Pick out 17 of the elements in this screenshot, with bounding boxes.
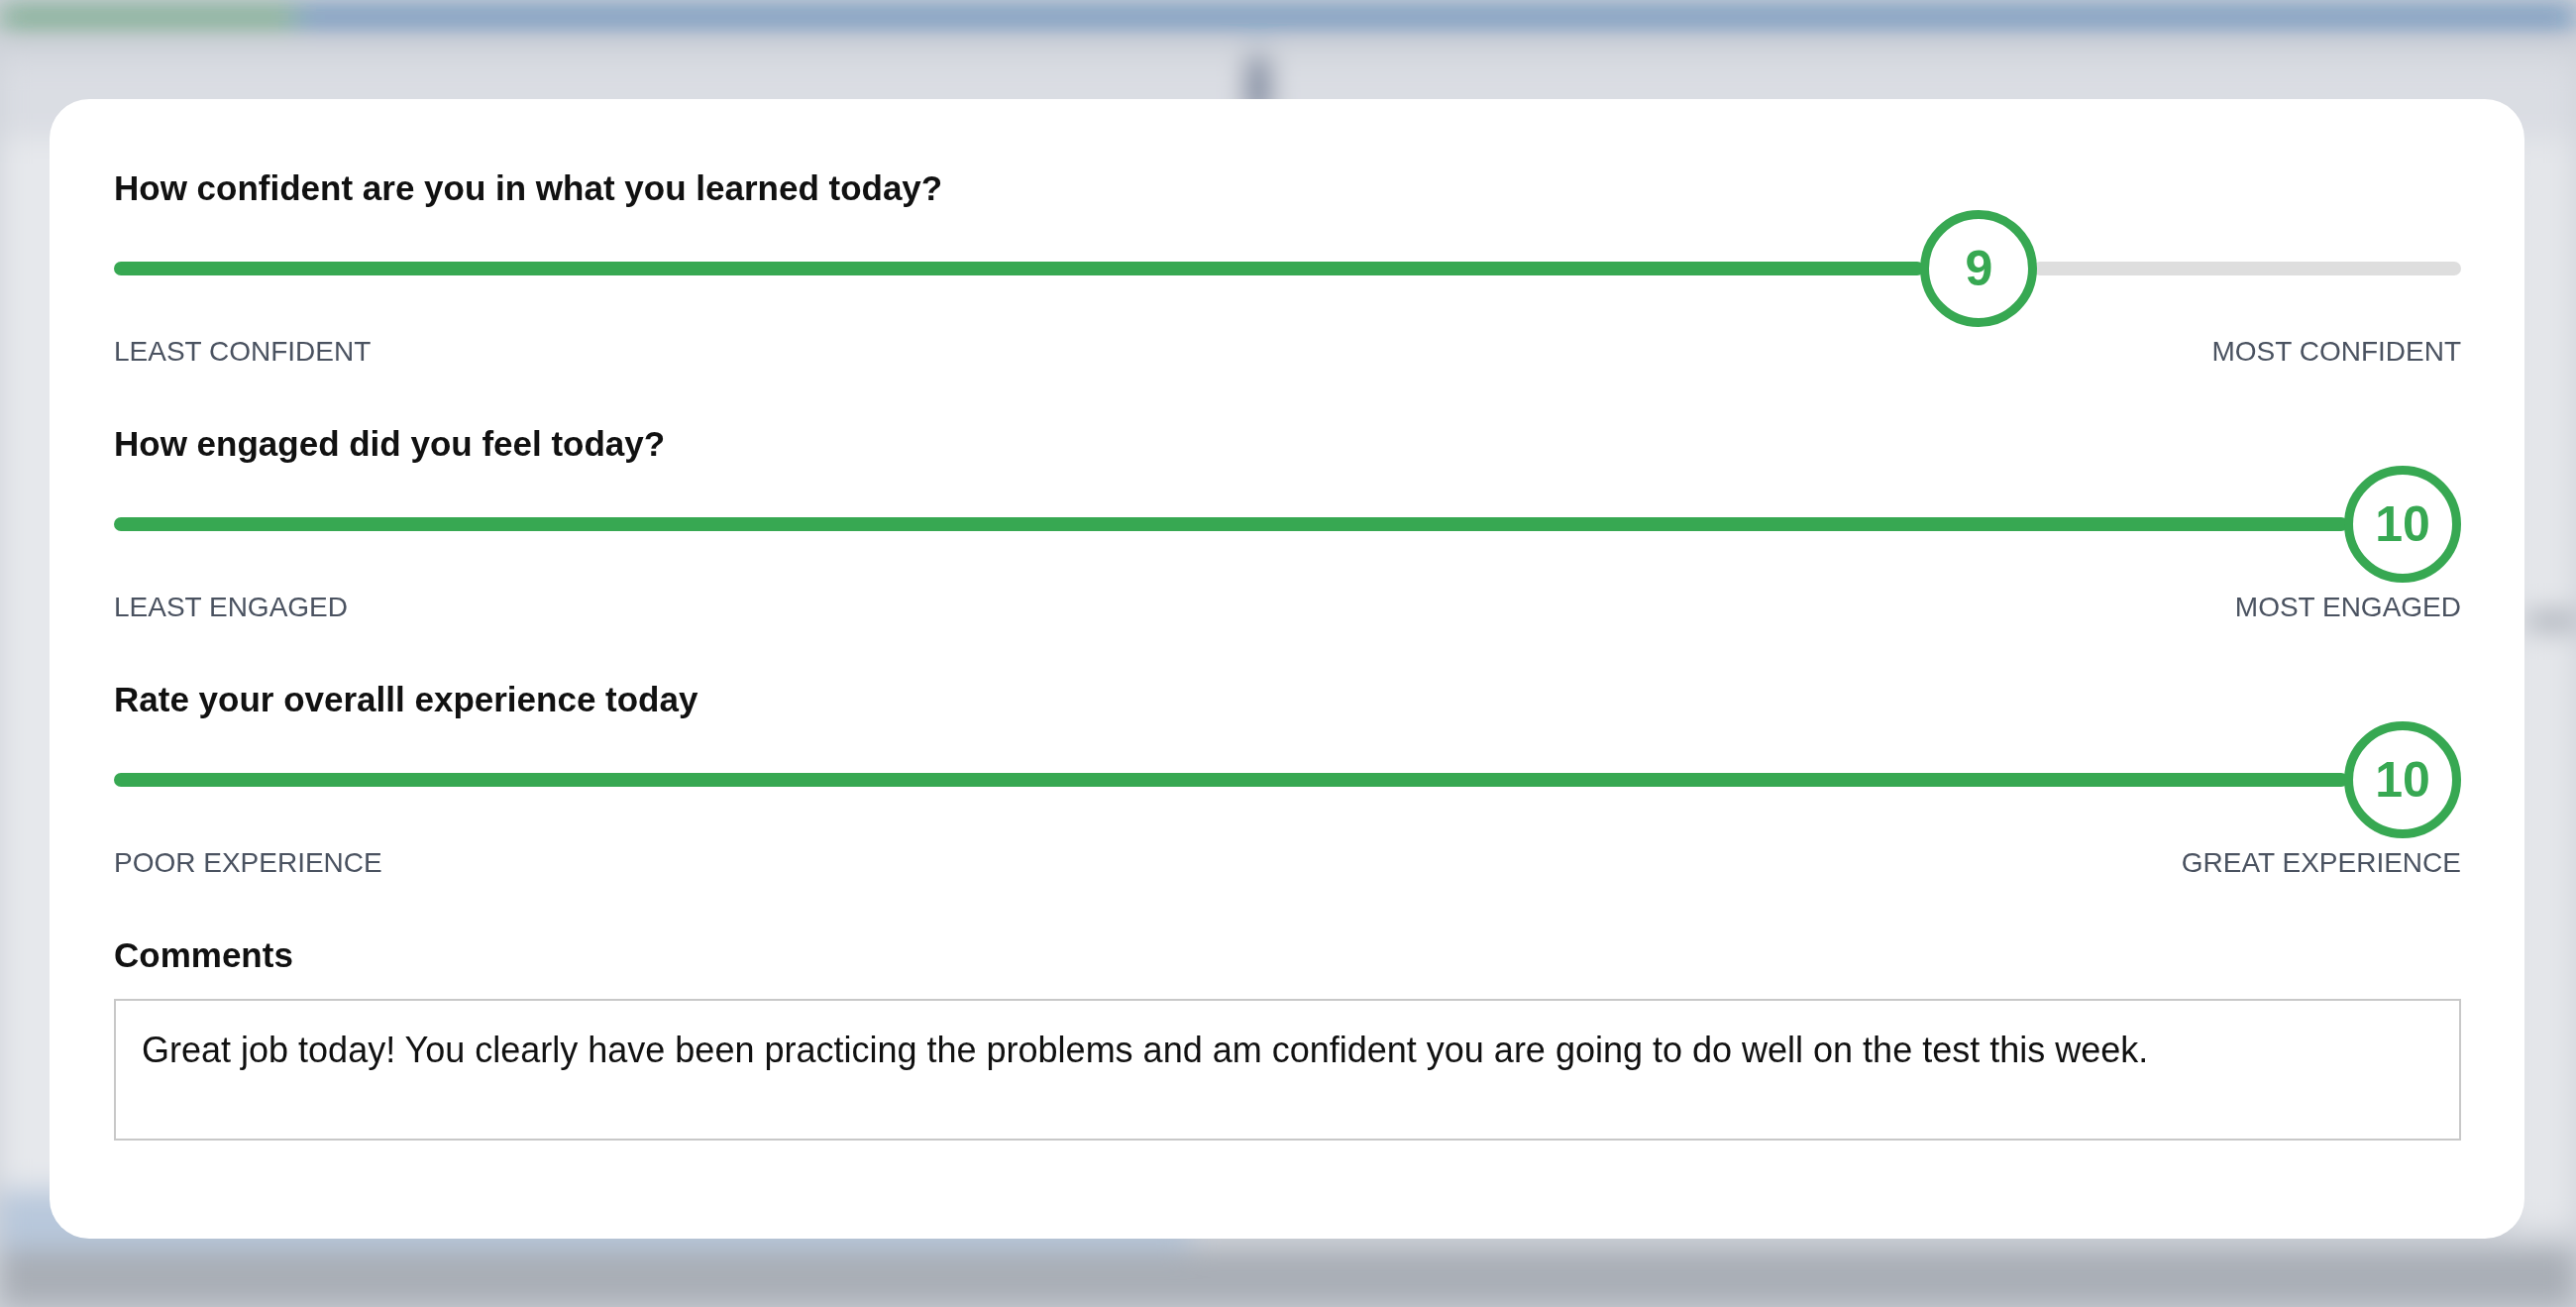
max-label: MOST ENGAGED: [2234, 591, 2461, 624]
question-text: How confident are you in what you learned today?: [114, 167, 944, 209]
question-text: Rate your overalll experience today: [114, 679, 699, 720]
max-label: MOST CONFIDENT: [2211, 335, 2461, 369]
min-label: LEAST ENGAGED: [114, 591, 348, 624]
comments-field[interactable]: Great job today! You clearly have been practicing the problems and am confident you are going to do well on the test this week.: [114, 999, 2461, 1141]
rating-slider[interactable]: 9: [114, 210, 2461, 327]
slider-thumb[interactable]: 10: [2344, 466, 2461, 583]
rating-slider[interactable]: 10: [114, 721, 2461, 838]
min-label: LEAST CONFIDENT: [114, 335, 372, 369]
rating-slider[interactable]: 10: [114, 466, 2461, 583]
min-label: POOR EXPERIENCE: [114, 846, 382, 880]
max-label: GREAT EXPERIENCE: [2181, 846, 2461, 880]
question-text: How engaged did you feel today?: [114, 423, 667, 465]
comments-label: Comments: [114, 934, 294, 976]
slider-thumb[interactable]: 9: [1920, 210, 2038, 327]
slider-thumb[interactable]: 10: [2344, 721, 2461, 838]
